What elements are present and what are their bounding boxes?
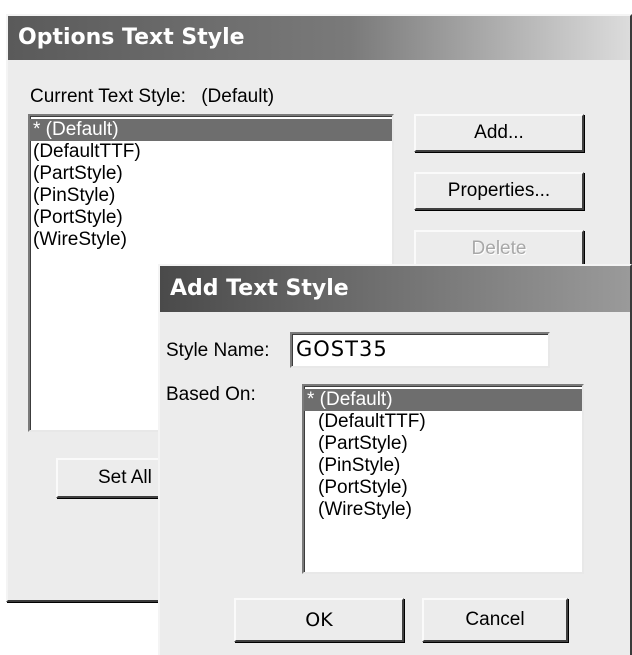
list-item[interactable]: (PinStyle) xyxy=(304,455,582,477)
based-on-list[interactable]: * (Default) (DefaultTTF) (PartStyle) (Pi… xyxy=(302,384,584,574)
based-on-label: Based On: xyxy=(166,384,256,405)
add-dialog-title: Add Text Style xyxy=(170,276,349,301)
list-item[interactable]: (PartStyle) xyxy=(30,163,392,185)
list-item[interactable]: (PortStyle) xyxy=(30,207,392,229)
list-item[interactable]: (WireStyle) xyxy=(30,229,392,251)
properties-button[interactable]: Properties... xyxy=(414,172,584,210)
style-name-input[interactable]: GOST35 xyxy=(290,332,550,368)
add-dialog-titlebar[interactable]: Add Text Style xyxy=(160,266,630,312)
list-item[interactable]: (WireStyle) xyxy=(304,499,582,521)
ok-button[interactable]: OK xyxy=(234,598,404,642)
options-dialog-title: Options Text Style xyxy=(18,25,245,50)
style-name-label: Style Name: xyxy=(166,340,270,361)
list-item[interactable]: (DefaultTTF) xyxy=(30,141,392,163)
list-item[interactable]: (PortStyle) xyxy=(304,477,582,499)
list-item[interactable]: (PartStyle) xyxy=(304,433,582,455)
list-item[interactable]: * (Default) xyxy=(30,119,392,141)
add-button[interactable]: Add... xyxy=(414,114,584,152)
add-text-style-dialog: Add Text Style Style Name: GOST35 Based … xyxy=(158,264,632,655)
delete-button[interactable]: Delete xyxy=(414,230,584,268)
current-text-style-value: (Default) xyxy=(201,86,275,107)
options-dialog-titlebar[interactable]: Options Text Style xyxy=(8,16,630,60)
current-text-style-label: Current Text Style: (Default) xyxy=(30,86,275,107)
cancel-button[interactable]: Cancel xyxy=(422,598,568,642)
list-item[interactable]: (DefaultTTF) xyxy=(304,411,582,433)
list-item[interactable]: * (Default) xyxy=(304,389,582,411)
list-item[interactable]: (PinStyle) xyxy=(30,185,392,207)
